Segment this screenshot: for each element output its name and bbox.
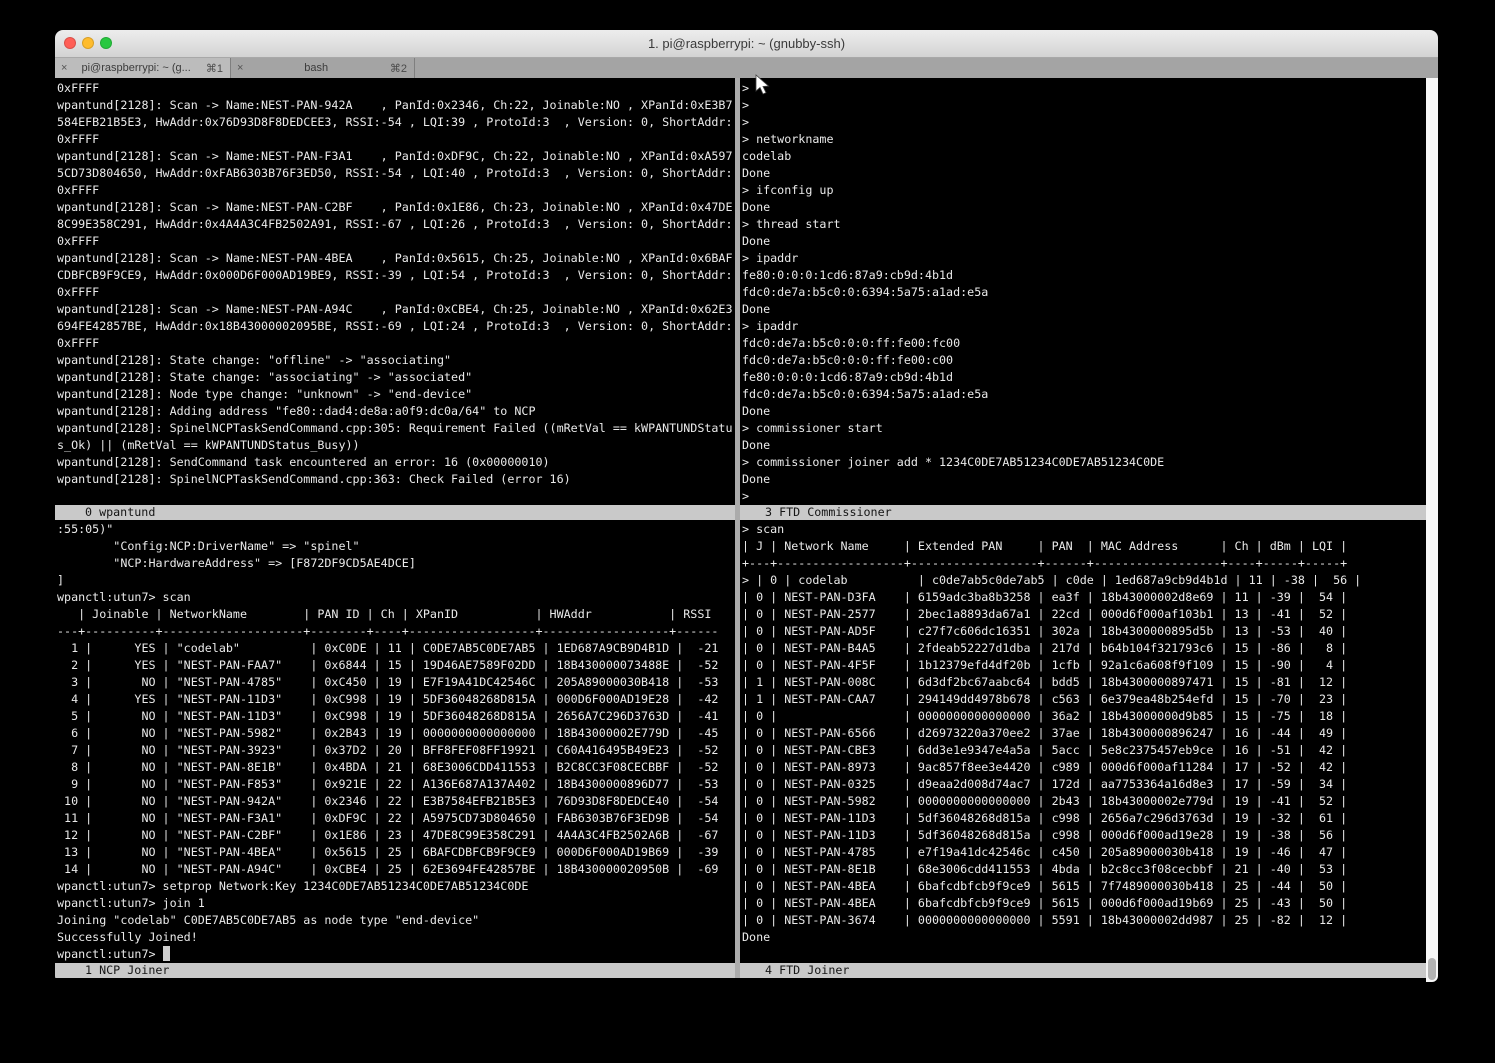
ftd-joiner-pane[interactable]: > scan | J | Network Name | Extended PAN… xyxy=(742,521,1424,963)
pane-title-ftd-joiner: 4 FTD Joiner xyxy=(765,963,849,978)
pane-title-bar-bottom: 1 NCP Joiner 4 FTD Joiner xyxy=(55,963,1426,978)
desktop: { "window": { "title": "1. pi@raspberryp… xyxy=(0,0,1495,1063)
pane-title-ncp-joiner: 1 NCP Joiner xyxy=(85,963,169,978)
tab-shortcut: ⌘1 xyxy=(206,62,223,75)
tab-label: bash xyxy=(249,62,382,74)
mouse-pointer-icon xyxy=(755,74,770,100)
terminal-text-cursor xyxy=(163,946,170,961)
pane-title-bar-top: 0 wpantund 3 FTD Commissioner xyxy=(55,505,1426,520)
tab-shortcut: ⌘2 xyxy=(390,62,407,75)
tab-bar: × pi@raspberrypi: ~ (g... ⌘1 × bash ⌘2 xyxy=(55,58,1438,78)
pane-split-divider[interactable] xyxy=(735,78,740,978)
tab-ssh-session[interactable]: × pi@raspberrypi: ~ (g... ⌘1 xyxy=(55,58,231,78)
traffic-lights xyxy=(64,37,112,49)
tab-bash[interactable]: × bash ⌘2 xyxy=(231,58,415,78)
tab-close-icon[interactable]: × xyxy=(61,62,67,74)
wpantund-log-pane[interactable]: 0xFFFF wpantund[2128]: Scan -> Name:NEST… xyxy=(57,80,735,505)
tab-close-icon[interactable]: × xyxy=(237,62,243,74)
window-titlebar[interactable]: 1. pi@raspberrypi: ~ (gnubby-ssh) xyxy=(55,30,1438,58)
close-window-button[interactable] xyxy=(64,37,76,49)
terminal-window: 1. pi@raspberrypi: ~ (gnubby-ssh) × pi@r… xyxy=(55,30,1438,982)
scrollbar-track[interactable] xyxy=(1426,78,1438,982)
scrollbar-thumb[interactable] xyxy=(1428,958,1436,980)
pane-title-ftd-commissioner: 3 FTD Commissioner xyxy=(765,505,892,520)
pane-title-wpantund: 0 wpantund xyxy=(85,505,155,520)
window-title: 1. pi@raspberrypi: ~ (gnubby-ssh) xyxy=(55,30,1438,57)
tab-label: pi@raspberrypi: ~ (g... xyxy=(73,62,198,74)
zoom-window-button[interactable] xyxy=(100,37,112,49)
ncp-joiner-pane[interactable]: :55:05)" "Config:NCP:DriverName" => "spi… xyxy=(57,521,735,963)
ftd-commissioner-pane[interactable]: > > > > networkname codelab Done > ifcon… xyxy=(742,80,1426,505)
minimize-window-button[interactable] xyxy=(82,37,94,49)
